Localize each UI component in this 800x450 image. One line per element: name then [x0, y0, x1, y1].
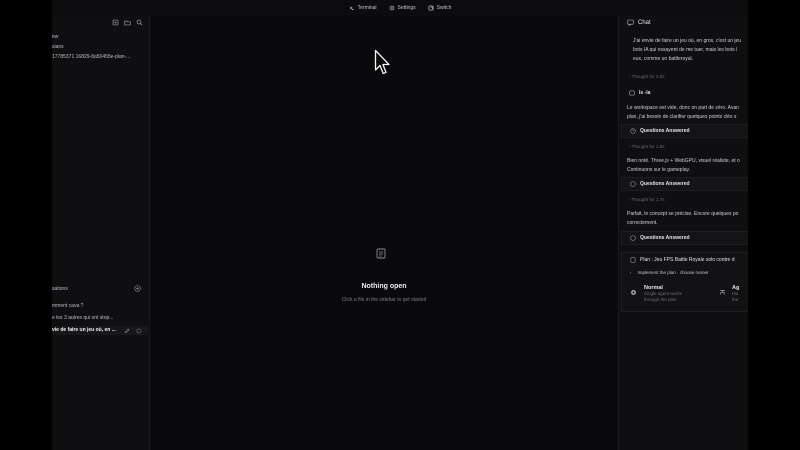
option-desc: the — [732, 297, 739, 302]
plan-subtitle-row[interactable]: ‹ Implement the plan · choose runner — [630, 270, 709, 275]
normal-mode-icon — [631, 290, 636, 295]
switch-button[interactable]: Switch — [428, 5, 452, 11]
plan-card: Plan : Jeu FPS Battle Royale solo contre… — [621, 252, 748, 312]
settings-button[interactable]: Settings — [389, 5, 416, 11]
thought-indicator[interactable]: › Thought for 1.8s — [629, 144, 664, 149]
questions-answered-label: Questions Answered — [640, 128, 690, 134]
sidebar-toolbar — [112, 19, 143, 26]
tool-call-label: ls -la — [639, 90, 651, 96]
switch-icon — [428, 5, 434, 11]
option-desc: through the plan — [644, 297, 677, 302]
message-line: Bien noté. Three.js + WebGPU, visuel réa… — [627, 158, 740, 164]
plan-title: Plan : Jeu FPS Battle Royale solo contre… — [640, 257, 735, 263]
runner-option-agents[interactable]: Ag Mu the — [732, 285, 748, 309]
thought-label: Thought for 3.0s — [631, 74, 665, 79]
questions-answered-card[interactable]: Questions Answered — [621, 177, 748, 191]
chat-panel: Chat J'ai envie de faire un jeu où, en g… — [618, 16, 748, 450]
thought-indicator[interactable]: › Thought for 1.7s — [629, 197, 664, 202]
switch-label: Switch — [436, 5, 452, 11]
edit-icon[interactable] — [124, 328, 130, 334]
mouse-cursor-icon — [374, 49, 390, 75]
new-folder-button[interactable] — [124, 19, 131, 26]
conversation-actions — [124, 328, 142, 334]
thought-label: Thought for 1.8s — [631, 144, 665, 149]
file-icon — [376, 248, 386, 259]
chevron-left-icon: ‹ — [630, 270, 632, 275]
add-conversation-icon[interactable] — [134, 285, 141, 292]
app-window: Terminal Settings Switch ew sians 177853… — [52, 0, 748, 450]
search-icon — [136, 19, 143, 26]
plan-subtitle: Implement the plan · choose runner — [637, 270, 709, 275]
tree-item[interactable]: sians — [52, 44, 64, 50]
message-line: eux, comme un battleroyal. — [633, 56, 694, 62]
search-button[interactable] — [136, 19, 143, 26]
settings-label: Settings — [397, 5, 416, 11]
delete-icon[interactable] — [136, 328, 142, 334]
chat-icon — [627, 19, 634, 26]
questions-answered-card[interactable]: Questions Answered — [621, 124, 748, 138]
chat-title: Chat — [638, 19, 651, 26]
question-icon — [630, 235, 636, 241]
tree-item[interactable]: 17785371 16829-8a50455e-plan-... — [52, 54, 130, 60]
sidebar: ew sians 17785371 16829-8a50455e-plan-..… — [52, 16, 150, 450]
message-line: Le workspace est vide, donc on part de z… — [627, 105, 739, 111]
editor-area: Nothing open Click a file in the sidebar… — [150, 16, 618, 450]
questions-answered-card[interactable]: Questions Answered — [621, 231, 748, 245]
tree-item[interactable]: ew — [52, 34, 58, 40]
empty-state-title: Nothing open — [361, 283, 407, 290]
conversation-item[interactable]: e les 3 autres qui ont stop... — [52, 315, 148, 321]
terminal-label: Terminal — [357, 5, 377, 11]
tool-call-ls[interactable]: ls -la — [629, 90, 650, 96]
new-file-button[interactable] — [112, 19, 119, 26]
agents-mode-icon — [720, 290, 725, 295]
terminal-icon — [629, 90, 635, 96]
questions-answered-label: Questions Answered — [640, 235, 690, 241]
message-line: plan, j'ai besoin de clarifier quelques … — [627, 114, 737, 120]
message-line: Parfait, le concept se précise. Encore q… — [627, 211, 739, 217]
plan-icon — [630, 257, 636, 263]
terminal-button[interactable]: Terminal — [349, 5, 377, 11]
question-icon — [630, 128, 636, 134]
terminal-icon — [349, 6, 354, 10]
top-toolbar: Terminal Settings Switch — [52, 0, 748, 16]
thought-indicator[interactable]: › Thought for 3.0s — [629, 74, 664, 79]
message-line: Continuons sur le gameplay. — [627, 167, 690, 173]
questions-answered-label: Questions Answered — [640, 181, 690, 187]
new-file-icon — [112, 19, 119, 26]
runner-option-normal[interactable]: Normal Single agent works through the pl… — [644, 285, 704, 309]
conversation-item[interactable]: mment cava ? — [52, 303, 148, 309]
message-line: J'ai envie de faire un jeu où, en gros, … — [633, 38, 742, 44]
message-line: correctement. — [627, 220, 658, 226]
plan-header: Plan : Jeu FPS Battle Royale solo contre… — [630, 257, 735, 263]
chat-header: Chat — [627, 19, 651, 26]
empty-state-subtitle: Click a file in the sidebar to get start… — [341, 297, 427, 303]
question-icon — [630, 181, 636, 187]
message-line: bots IA qui essayent de me tuer, mais le… — [633, 47, 738, 53]
gear-icon — [389, 5, 394, 11]
thought-label: Thought for 1.7s — [631, 197, 665, 202]
folder-icon — [124, 20, 131, 26]
